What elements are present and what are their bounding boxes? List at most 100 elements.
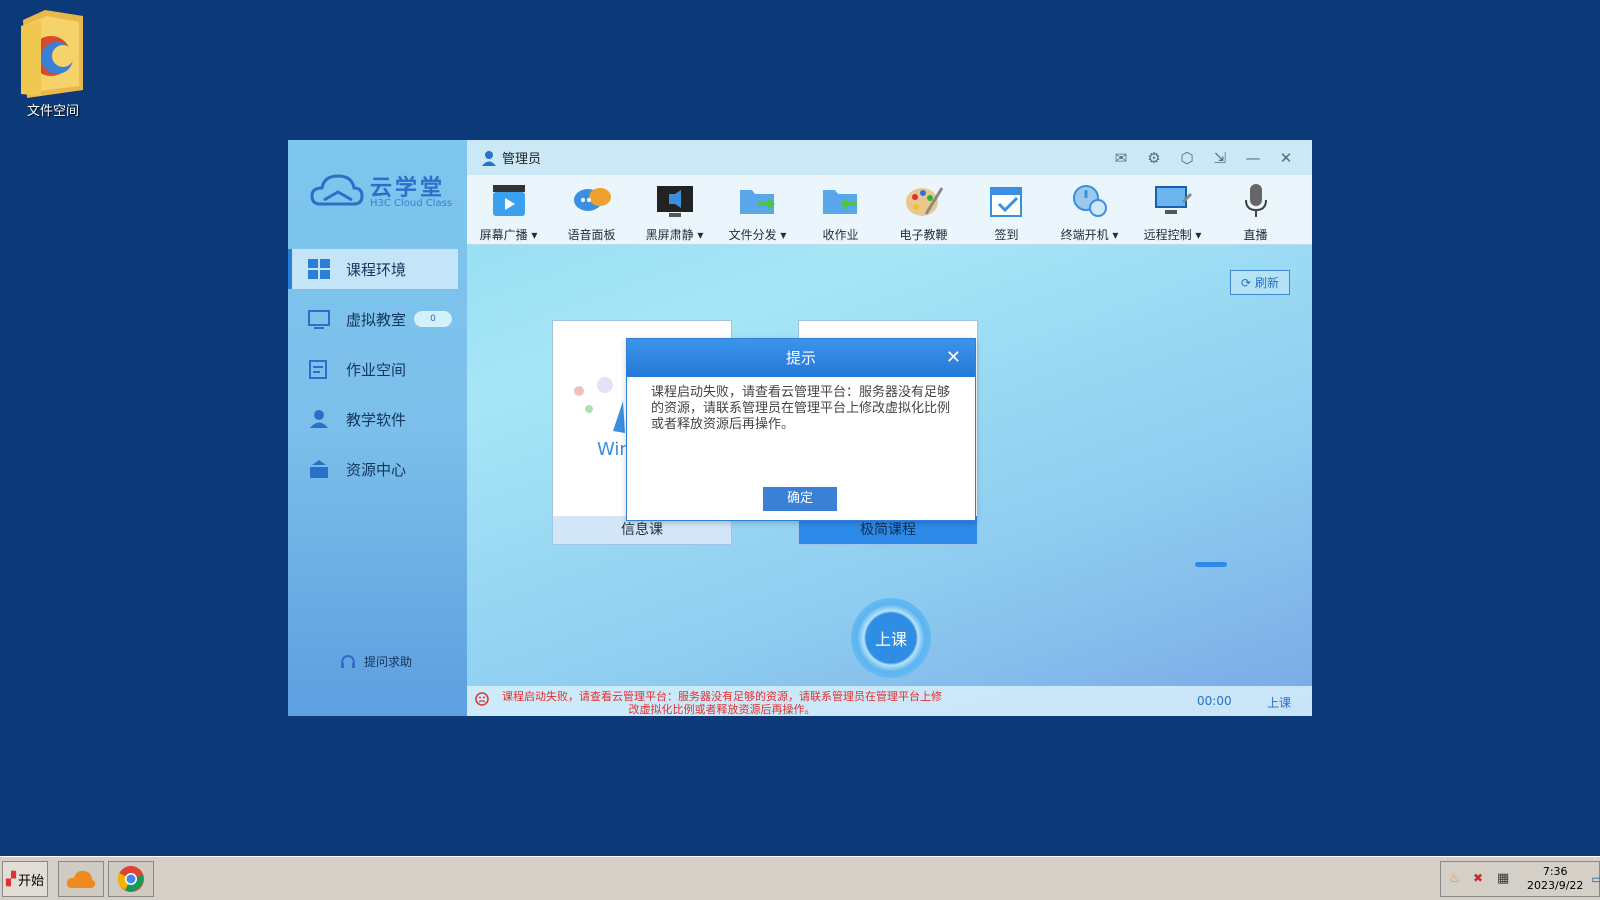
cloud-app-icon [66,870,96,888]
tool-screen-broadcast[interactable]: 屏幕广播 ▾ [467,175,550,244]
sidebar-item-label: 课程环境 [346,260,407,279]
logo-subtitle: H3C Cloud Class [370,198,453,209]
desktop-icon-label: 文件空间 [26,104,79,119]
show-desktop-icon[interactable]: ▭ [1591,872,1600,886]
ok-button[interactable]: 确定 [763,487,837,511]
chat-bubbles-icon [573,188,611,211]
sidebar-item-label: 作业空间 [346,360,407,379]
sidebar: 云学堂 H3C Cloud Class 课程环境 虚拟教室 0 作业空间 教学软… [288,140,467,716]
sidebar-item-resource-center[interactable]: 资源中心 [288,449,458,489]
skin-icon[interactable]: ⬡ [1177,148,1197,168]
user-icon [482,150,496,166]
remote-desktop-icon [1154,186,1192,214]
sidebar-item-label: 虚拟教室 [346,310,407,329]
calendar-check-icon [989,187,1022,217]
desktop-icon-file-space[interactable]: 文件空间 [8,6,98,119]
tool-label: 文件分发 [728,228,777,242]
sidebar-nav: 课程环境 虚拟教室 0 作业空间 教学软件 资源中心 [288,249,467,499]
tool-label: 黑屏肃静 [645,228,694,242]
app-logo: 云学堂 H3C Cloud Class [310,170,460,220]
start-class-label: 上课 [874,630,907,649]
mail-icon[interactable]: ✉ [1111,148,1131,168]
count-badge: 0 [414,311,452,327]
refresh-label: 刷新 [1255,276,1280,290]
tool-black-screen[interactable]: 黑屏肃静 ▾ [633,175,716,244]
cloud-logo-icon [310,174,364,206]
clock[interactable]: 7:36 2023/9/22 [1527,865,1583,893]
volume-muted-icon[interactable]: ✖ [1473,871,1489,887]
class-status: 上课 [1267,696,1292,710]
taskbar: ▞ 开始 ♨ ✖ ▦ 7:36 2023/9/22 ▭ [0,856,1600,900]
tool-label: 签到 [994,228,1019,242]
window-controls: ✉ ⚙ ⬡ ⇲ — ✕ [1098,148,1296,168]
error-text: 课程启动失败，请查看云管理平台：服务器没有足够的资源，请联系管理员在管理平台上修… [502,690,942,716]
toolbar: 屏幕广播 ▾ 语音面板 黑屏肃静 ▾ 文件分发 ▾ 收作业 电子教鞭 签到 终端… [467,175,1312,245]
folder-icon [17,6,89,98]
headset-icon [341,654,355,668]
tool-label: 语音面板 [567,228,616,242]
sidebar-item-label: 资源中心 [346,460,407,479]
monitor-mute-icon [656,186,693,217]
tool-label: 电子教鞭 [899,228,948,242]
refresh-icon: ⟳ [1240,275,1252,290]
homework-icon [309,360,327,379]
taskbar-app-chrome[interactable] [108,861,154,897]
class-timer: 00:00 [1197,694,1232,708]
tool-terminal-power-on[interactable]: 终端开机 ▾ [1048,175,1131,244]
error-message: 课程启动失败，请查看云管理平台：服务器没有足够的资源，请联系管理员在管理平台上修… [475,690,947,716]
sad-face-icon [475,692,489,706]
dialog-message: 课程启动失败，请查看云管理平台：服务器没有足够的资源，请联系管理员在管理平台上修… [651,385,951,432]
sidebar-item-virtual-classroom[interactable]: 虚拟教室 0 [288,299,458,339]
refresh-button[interactable]: ⟳ 刷新 [1230,270,1290,295]
user-name: 管理员 [502,152,542,167]
folder-send-icon [739,190,775,214]
tool-collect-homework[interactable]: 收作业 [799,175,882,244]
windows-flag-icon: ▞ [5,871,16,887]
tool-voice-panel[interactable]: 语音面板 [550,175,633,244]
clock-date: 2023/9/22 [1527,879,1584,892]
page-indicator[interactable] [1195,562,1227,567]
tray-flame-icon[interactable]: ♨ [1449,871,1465,887]
start-button[interactable]: ▞ 开始 [2,861,48,897]
tool-remote-control[interactable]: 远程控制 ▾ [1131,175,1214,244]
system-tray: ♨ ✖ ▦ 7:36 2023/9/22 ▭ [1440,861,1600,897]
tool-sign-in[interactable]: 签到 [965,175,1048,244]
clapperboard-icon [492,185,525,216]
network-icon[interactable]: ▦ [1497,871,1513,887]
close-icon[interactable]: ✕ [1276,148,1296,168]
alert-dialog: 提示 ✕ 课程启动失败，请查看云管理平台：服务器没有足够的资源，请联系管理员在管… [626,338,976,521]
tool-label: 直播 [1243,228,1268,242]
status-bar: 课程启动失败，请查看云管理平台：服务器没有足够的资源，请联系管理员在管理平台上修… [467,686,1312,716]
palette-icon [905,187,943,216]
sidebar-item-homework-space[interactable]: 作业空间 [288,349,458,389]
tool-label: 屏幕广播 [479,228,528,242]
sidebar-item-course-environment[interactable]: 课程环境 [288,249,458,289]
classroom-icon [308,310,330,329]
minimize-icon[interactable]: — [1243,148,1263,168]
start-class-button[interactable]: 上课 [851,598,931,678]
chrome-icon [117,866,144,892]
sidebar-item-label: 教学软件 [346,410,407,429]
title-bar: 管理员 ✉ ⚙ ⬡ ⇲ — ✕ [467,140,1312,175]
close-icon[interactable]: ✕ [946,339,961,377]
help-label: 提问求助 [364,655,413,669]
taskbar-app-cloud-class[interactable] [58,861,104,897]
windows-icon [308,259,330,279]
user-info[interactable]: 管理员 [481,148,541,167]
gear-icon[interactable]: ⚙ [1144,148,1164,168]
sidebar-item-teaching-software[interactable]: 教学软件 [288,399,458,439]
microphone-icon [1244,184,1267,217]
tool-electronic-pointer[interactable]: 电子教鞭 [882,175,965,244]
tool-label: 收作业 [822,228,859,242]
tool-live[interactable]: 直播 [1214,175,1297,244]
help-link[interactable]: 提问求助 [340,653,412,670]
clock-time: 7:36 [1542,865,1568,878]
folder-receive-icon [822,190,857,214]
software-icon [310,410,328,428]
tool-label: 终端开机 [1060,228,1109,242]
exit-icon[interactable]: ⇲ [1210,148,1230,168]
start-label: 开始 [17,873,44,889]
power-icon [1072,185,1107,217]
tool-file-distribute[interactable]: 文件分发 ▾ [716,175,799,244]
resource-icon [310,460,328,478]
